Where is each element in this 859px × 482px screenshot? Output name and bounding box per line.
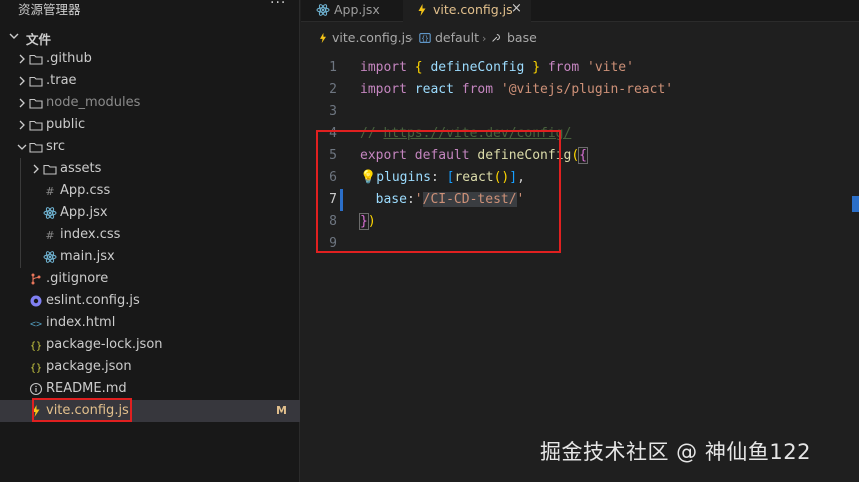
tree-file-item[interactable]: .gitignore xyxy=(0,268,300,290)
css-file-icon: # xyxy=(45,229,54,242)
chevron-right-icon xyxy=(33,164,39,174)
tree-file-item[interactable]: eslint.config.js xyxy=(0,290,300,312)
more-actions-button[interactable]: ··· xyxy=(270,0,286,11)
tree-item-label: package-lock.json xyxy=(46,337,163,352)
chevron-right-icon xyxy=(19,54,25,64)
tree-folder-item[interactable]: assets xyxy=(0,158,300,180)
tree-folder-item[interactable]: .trae xyxy=(0,70,300,92)
files-section-header[interactable]: 文件 xyxy=(0,26,300,48)
breadcrumb-file[interactable]: vite.config.js xyxy=(332,30,412,45)
tree-item-label: .trae xyxy=(46,73,77,88)
tree-folder-item[interactable]: node_modules xyxy=(0,92,300,114)
react-icon xyxy=(43,207,57,219)
chevron-down-icon xyxy=(17,144,27,150)
tab-bar: App.jsx vite.config.js × xyxy=(301,0,859,22)
svg-text:{}: {} xyxy=(421,36,428,43)
line-number: 3 xyxy=(329,104,337,119)
tree-item-label: index.css xyxy=(60,227,121,242)
tab-label: vite.config.js xyxy=(433,2,513,17)
overview-ruler-marker xyxy=(852,196,859,212)
breadcrumb-default[interactable]: default xyxy=(435,30,479,45)
git-icon xyxy=(31,273,41,285)
folder-icon xyxy=(29,142,43,153)
react-icon xyxy=(43,251,57,263)
tree-item-label: App.css xyxy=(60,183,111,198)
tab-label: App.jsx xyxy=(334,2,380,17)
files-section-label: 文件 xyxy=(26,32,52,47)
tree-file-item[interactable]: {} package.json xyxy=(0,356,300,378)
code-line: 2 import react from '@vitejs/plugin-reac… xyxy=(301,79,859,101)
css-file-icon: # xyxy=(45,185,54,198)
folder-icon xyxy=(43,164,57,175)
close-icon[interactable]: × xyxy=(511,1,522,16)
tab-vite-config[interactable]: vite.config.js × xyxy=(403,0,531,22)
code-line: 1 import { defineConfig } from 'vite' xyxy=(301,57,859,79)
tree-item-label: README.md xyxy=(46,381,127,396)
tree-item-label: assets xyxy=(60,161,102,176)
watermark: 掘金技术社区 @ 神仙鱼122 xyxy=(540,440,811,464)
property-icon xyxy=(492,34,500,42)
chevron-right-icon: › xyxy=(482,32,487,45)
tree-item-label: eslint.config.js xyxy=(46,293,140,308)
chevron-right-icon xyxy=(19,120,25,130)
folder-icon xyxy=(29,98,43,109)
tree-item-label: index.html xyxy=(46,315,116,330)
chevron-right-icon xyxy=(19,76,25,86)
tree-item-label: App.jsx xyxy=(60,205,108,220)
tree-item-label: .github xyxy=(46,51,92,66)
breadcrumb-base[interactable]: base xyxy=(507,30,537,45)
tab-app-jsx[interactable]: App.jsx xyxy=(301,0,403,22)
tree-file-item[interactable]: # index.css xyxy=(0,224,300,246)
folder-icon xyxy=(29,54,43,65)
editor-area: App.jsx vite.config.js × vite.config.js … xyxy=(301,0,859,482)
braces-icon: {} xyxy=(419,33,431,43)
folder-icon xyxy=(29,120,43,131)
tree-folder-item[interactable]: src xyxy=(0,136,300,158)
tree-file-item[interactable]: # App.css xyxy=(0,180,300,202)
indent-guide xyxy=(20,158,21,268)
highlight-box-file xyxy=(32,398,132,422)
eslint-icon xyxy=(30,295,42,307)
info-icon xyxy=(29,382,43,396)
vite-icon xyxy=(320,32,326,44)
tree-item-label: node_modules xyxy=(46,95,141,110)
vite-icon xyxy=(418,4,426,16)
svg-text:#: # xyxy=(45,185,54,198)
react-icon xyxy=(316,4,330,16)
html-file-icon: <> xyxy=(30,319,42,330)
breadcrumb: vite.config.js › {} default › base xyxy=(301,26,859,48)
line-number: 1 xyxy=(329,60,337,75)
tree-item-label: package.json xyxy=(46,359,132,374)
line-content: import { defineConfig } from 'vite' xyxy=(360,60,634,75)
tree-item-label: public xyxy=(46,117,86,132)
highlight-box-code xyxy=(316,130,561,253)
chevron-down-icon xyxy=(9,33,19,39)
line-content: import react from '@vitejs/plugin-react' xyxy=(360,82,674,97)
svg-text:<>: <> xyxy=(30,319,42,330)
explorer-title: 资源管理器 xyxy=(18,2,81,17)
tree-folder-item[interactable]: .github xyxy=(0,48,300,70)
tree-file-item[interactable]: {} package-lock.json xyxy=(0,334,300,356)
tree-item-label: main.jsx xyxy=(60,249,115,264)
modified-badge: M xyxy=(276,404,287,417)
tree-file-item[interactable]: App.jsx xyxy=(0,202,300,224)
code-line: 3 xyxy=(301,101,859,123)
json-file-icon: {} xyxy=(30,363,42,374)
explorer-header: 资源管理器 ··· xyxy=(0,0,300,17)
svg-text:{}: {} xyxy=(30,363,42,374)
tree-item-label: .gitignore xyxy=(46,271,109,286)
chevron-right-icon: › xyxy=(409,32,414,45)
svg-text:#: # xyxy=(45,229,54,242)
explorer-sidebar: 资源管理器 ··· 文件 .github .trae node_modulespub… xyxy=(0,0,300,482)
line-number: 2 xyxy=(329,82,337,97)
folder-icon xyxy=(29,76,43,87)
chevron-right-icon xyxy=(19,98,25,108)
svg-text:{}: {} xyxy=(30,341,42,352)
tree-folder-item[interactable]: public xyxy=(0,114,300,136)
tree-file-item[interactable]: <> index.html xyxy=(0,312,300,334)
json-file-icon: {} xyxy=(30,341,42,352)
tree-item-label: src xyxy=(46,139,65,154)
tree-file-item[interactable]: main.jsx xyxy=(0,246,300,268)
tree-file-item[interactable]: README.md xyxy=(0,378,300,400)
